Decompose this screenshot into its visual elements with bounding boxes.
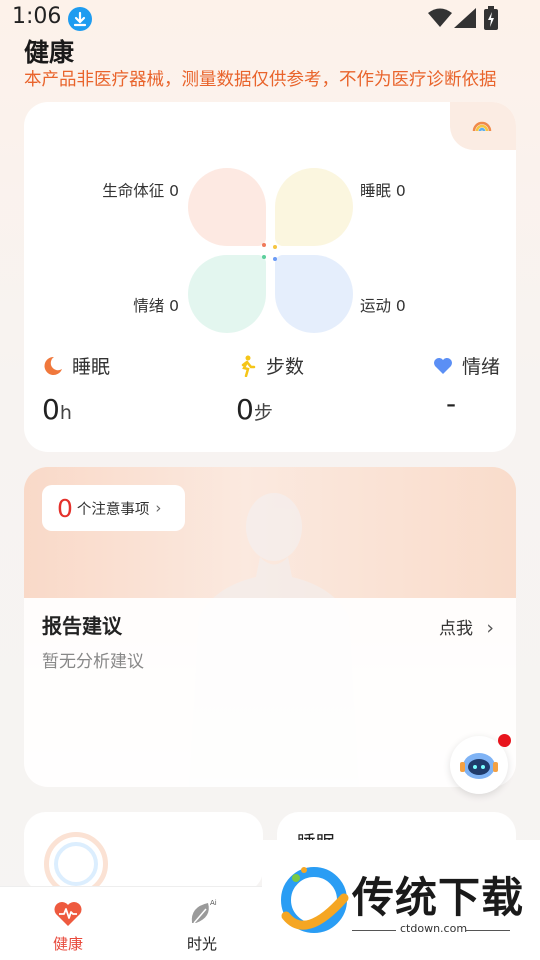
watermark-logo: 传统下载 ctdown.com — [262, 840, 540, 960]
svg-text:Ai: Ai — [210, 899, 217, 907]
sleep-label: 睡眠 0 — [360, 182, 406, 200]
battery-icon — [484, 6, 498, 30]
wifi-icon — [428, 8, 452, 27]
sport-label: 运动 0 — [360, 297, 406, 315]
chevron-right-icon: › — [155, 499, 162, 517]
center-dot — [262, 243, 266, 247]
watermark-divider — [466, 930, 510, 931]
mood-metric-value: - — [446, 387, 457, 420]
mood-metric[interactable]: 情绪 - — [432, 352, 500, 420]
mood-metric-label: 情绪 — [462, 356, 501, 378]
steps-metric-label: 步数 — [266, 356, 305, 378]
heart-icon — [432, 355, 454, 377]
status-bar: 1:06 — [0, 0, 540, 36]
sleep-moon-icon: z — [42, 355, 64, 377]
tab-time-label: 时光 — [186, 935, 217, 953]
notice-pill[interactable]: 0 个注意事项 › — [42, 485, 185, 531]
svg-text:z: z — [55, 359, 59, 367]
status-time: 1:06 — [12, 4, 62, 29]
watermark-text: 传统下载 — [352, 873, 525, 922]
rainbow-icon — [472, 121, 492, 132]
sleep-metric-unit: h — [59, 402, 72, 424]
report-card[interactable]: 0 个注意事项 › 报告建议 暂无分析建议 点我 › — [24, 467, 516, 787]
vital-signs-label: 生命体征 0 — [102, 182, 179, 200]
notice-text: 个注意事项 — [76, 501, 150, 518]
report-subtitle: 暂无分析建议 — [42, 652, 144, 672]
heart-pulse-icon — [54, 902, 82, 926]
report-action-label: 点我 — [438, 619, 473, 639]
mood-petal[interactable] — [188, 255, 266, 333]
signal-icon — [454, 8, 476, 28]
health-overview-card[interactable]: 生命体征 0 睡眠 0 情绪 0 运动 0 z 睡眠 0h 步数 0步 情绪 - — [24, 102, 516, 452]
activity-ring-card[interactable] — [24, 812, 263, 896]
center-dot — [273, 257, 277, 261]
report-title: 报告建议 — [42, 614, 122, 638]
sport-petal[interactable] — [275, 255, 353, 333]
sleep-petal[interactable] — [275, 168, 353, 246]
sleep-metric-label: 睡眠 — [72, 356, 111, 378]
page-title: 健康 — [24, 38, 75, 67]
notification-dot — [498, 734, 511, 747]
steps-metric-value: 0 — [236, 393, 254, 426]
disclaimer-text: 本产品非医疗器械，测量数据仅供参考，不作为医疗诊断依据 — [24, 70, 497, 90]
chevron-right-icon: › — [486, 617, 494, 639]
tab-time[interactable]: Ai 时光 — [142, 887, 262, 960]
vital-signs-petal[interactable] — [188, 168, 266, 246]
activity-ring-inner — [54, 842, 98, 886]
sleep-metric[interactable]: z 睡眠 0h — [42, 352, 110, 426]
tab-health[interactable]: 健康 — [8, 887, 128, 960]
center-dot — [262, 255, 266, 259]
notice-count: 0 — [57, 493, 73, 523]
watermark-url: ctdown.com — [400, 922, 468, 935]
sleep-metric-value: 0 — [42, 393, 60, 426]
rainbow-button[interactable] — [450, 102, 516, 150]
walking-icon — [236, 355, 258, 377]
mood-label: 情绪 0 — [133, 297, 179, 315]
watermark-emblem-icon — [281, 867, 349, 933]
steps-metric[interactable]: 步数 0步 — [236, 352, 304, 426]
download-icon — [68, 7, 92, 31]
watermark-divider — [352, 930, 396, 931]
leaf-ai-icon: Ai — [191, 899, 217, 924]
report-action-button[interactable]: 点我 › — [439, 614, 494, 639]
steps-metric-unit: 步 — [253, 402, 273, 424]
tab-health-label: 健康 — [52, 935, 83, 953]
center-dot — [273, 245, 277, 249]
